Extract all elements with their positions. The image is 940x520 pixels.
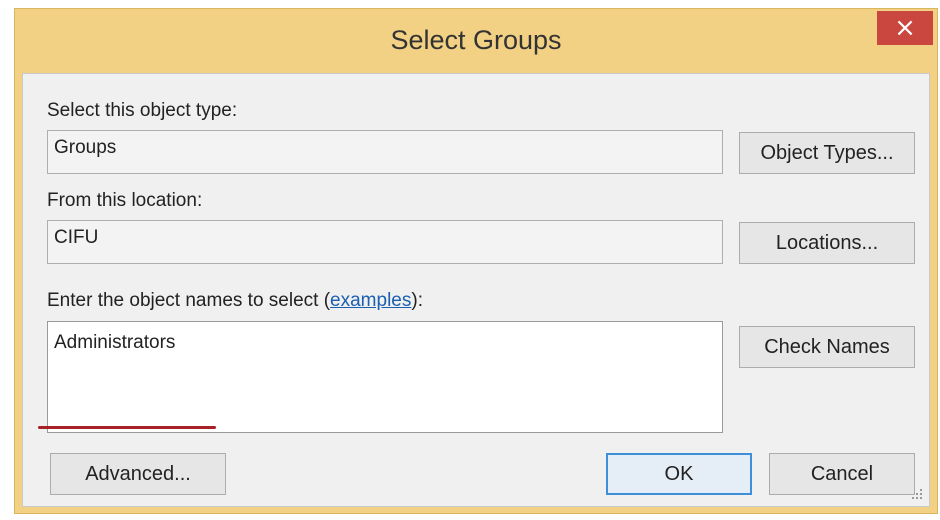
object-types-button[interactable]: Object Types... xyxy=(739,132,915,174)
annotation-underline xyxy=(38,426,216,429)
resize-grip-icon[interactable] xyxy=(911,488,923,500)
location-field: CIFU xyxy=(47,220,723,264)
dialog-client-area: Select this object type: Groups Object T… xyxy=(22,73,930,507)
window-title: Select Groups xyxy=(390,25,562,55)
examples-link[interactable]: examples xyxy=(330,290,411,311)
select-groups-dialog: Select Groups × Select this object type:… xyxy=(14,8,938,514)
object-names-label: Enter the object names to select (exampl… xyxy=(47,290,423,312)
close-icon: × xyxy=(894,13,916,43)
close-button[interactable]: × xyxy=(877,11,933,45)
object-type-field: Groups xyxy=(47,130,723,174)
object-type-label: Select this object type: xyxy=(47,100,238,121)
cancel-button[interactable]: Cancel xyxy=(769,453,915,495)
check-names-button[interactable]: Check Names xyxy=(739,326,915,368)
advanced-button[interactable]: Advanced... xyxy=(50,453,226,495)
location-label: From this location: xyxy=(47,190,203,211)
object-names-label-prefix: Enter the object names to select ( xyxy=(47,290,331,311)
object-names-input[interactable]: Administrators xyxy=(47,321,723,433)
locations-button[interactable]: Locations... xyxy=(739,222,915,264)
ok-button[interactable]: OK xyxy=(606,453,752,495)
object-names-label-suffix: ): xyxy=(411,290,423,311)
